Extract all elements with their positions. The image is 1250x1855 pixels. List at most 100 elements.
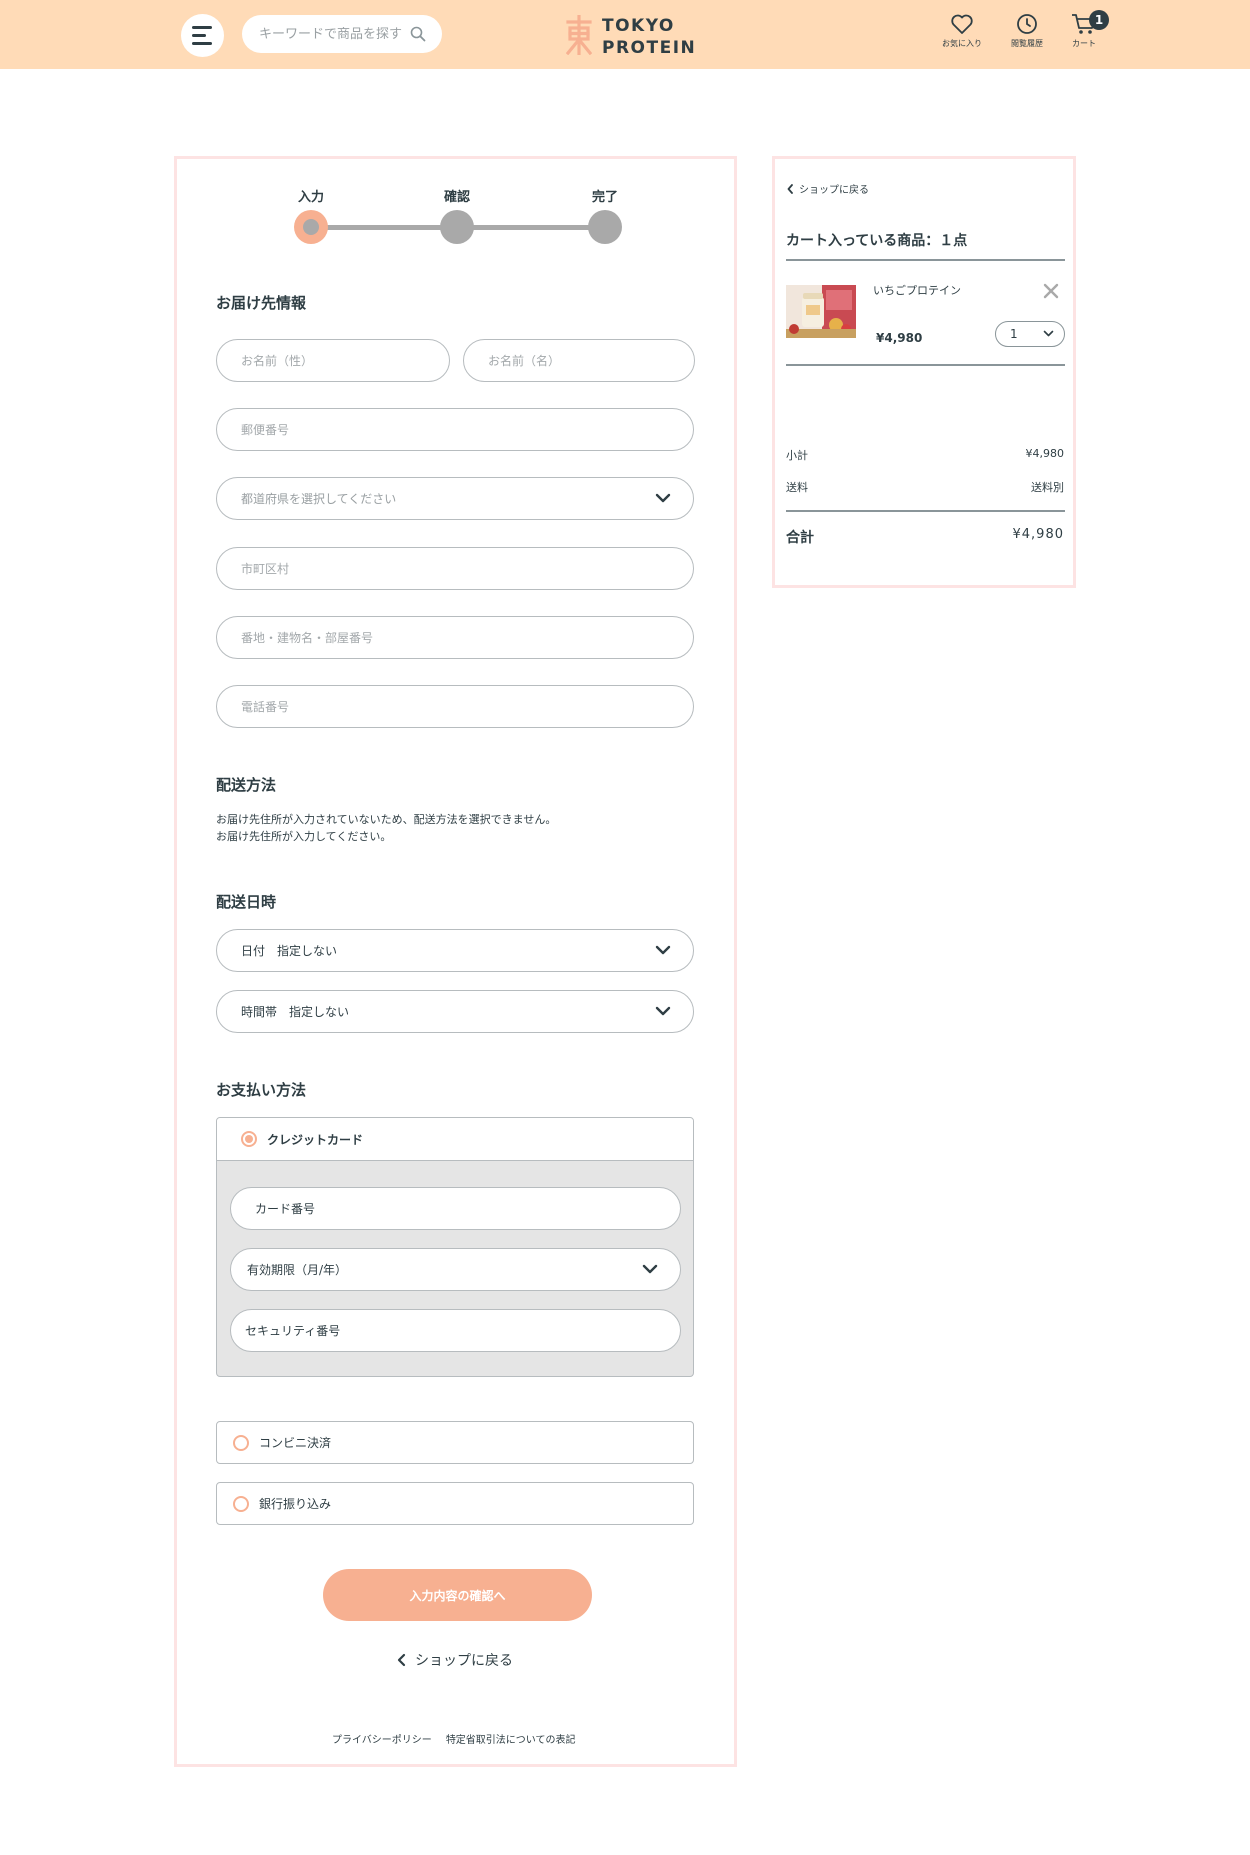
city-field xyxy=(216,547,694,590)
cart-back-label: ショップに戻る xyxy=(799,185,869,196)
subtotal-row: 小計 ¥4,980 xyxy=(786,447,1064,463)
cart-button[interactable]: 1 カート xyxy=(1054,10,1114,49)
quantity-select[interactable]: 1 xyxy=(995,321,1065,347)
back-to-shop-label: ショップに戻る xyxy=(415,1653,513,1669)
credit-card-option: クレジットカード 有効期限（月/年） xyxy=(216,1117,694,1377)
confirm-input-button[interactable]: 入力内容の確認へ xyxy=(323,1569,592,1621)
prefecture-select-value: 都道府県を選択してください xyxy=(241,492,397,506)
delivery-date-value: 日付 指定しない xyxy=(241,944,338,958)
shipping-fee-row: 送料 送料別 xyxy=(786,479,1064,495)
product-thumbnail[interactable] xyxy=(786,285,856,338)
address-field xyxy=(216,616,694,659)
chevron-down-icon xyxy=(655,1006,671,1016)
chevron-left-icon xyxy=(397,1653,406,1667)
convenience-store-option[interactable]: コンビニ決済 xyxy=(216,1421,694,1464)
search-icon[interactable] xyxy=(410,26,426,42)
bank-transfer-option[interactable]: 銀行振り込み xyxy=(216,1482,694,1525)
shipping-section-title: 配送方法 xyxy=(216,776,277,794)
privacy-policy-link[interactable]: プライバシーポリシー xyxy=(332,1731,432,1746)
bank-transfer-label: 銀行振り込み xyxy=(259,1497,332,1511)
step-label-complete: 完了 xyxy=(591,190,618,205)
first-name-field xyxy=(463,339,695,382)
cart-item-name[interactable]: いちごプロテイン xyxy=(873,282,961,298)
cart-summary-panel: ショップに戻る カート入っている商品：１点 いちごプロテイン ¥4,980 1 … xyxy=(772,156,1076,588)
credit-card-label: クレジットカード xyxy=(267,1132,364,1147)
commercial-law-link[interactable]: 特定省取引法についての表記 xyxy=(446,1731,576,1746)
card-expiry-value: 有効期限（月/年） xyxy=(247,1263,348,1277)
chevron-left-icon xyxy=(787,183,793,194)
shipping-fee-label: 送料 xyxy=(786,481,808,494)
cart-divider xyxy=(786,259,1065,261)
chevron-down-icon xyxy=(655,493,671,503)
quantity-value: 1 xyxy=(1010,327,1018,341)
schedule-section-title: 配送日時 xyxy=(216,893,277,911)
prefecture-select[interactable]: 都道府県を選択してください xyxy=(216,477,694,520)
logo-text: TOKYO PROTEIN xyxy=(602,15,696,59)
delivery-section-title: お届け先情報 xyxy=(216,294,307,312)
back-to-shop-link[interactable]: ショップに戻る xyxy=(397,1650,513,1670)
heart-icon xyxy=(951,14,973,34)
step-label-input: 入力 xyxy=(297,190,324,205)
shipping-note-line1: お届け先住所が入力されていないため、配送方法を選択できません。 xyxy=(216,813,557,826)
cart-label: カート xyxy=(1072,39,1096,48)
favorites-button[interactable]: お気に入り xyxy=(932,13,992,49)
card-number-input[interactable] xyxy=(255,1201,680,1216)
hamburger-icon-bar xyxy=(191,26,212,29)
step-dot-input xyxy=(294,210,328,244)
history-label: 閲覧履歴 xyxy=(1011,39,1043,48)
delivery-time-select[interactable]: 時間帯 指定しない xyxy=(216,990,694,1033)
shipping-note: お届け先住所が入力されていないため、配送方法を選択できません。 お届け先住所が入… xyxy=(216,811,556,845)
total-row: 合計 ¥4,980 xyxy=(786,527,1064,547)
radio-unselected-icon[interactable] xyxy=(233,1434,249,1451)
step-dot-confirm xyxy=(440,210,474,244)
cart-title: カート入っている商品：１点 xyxy=(786,233,968,249)
first-name-input[interactable] xyxy=(488,353,694,368)
search-input[interactable] xyxy=(259,26,404,42)
address-input[interactable] xyxy=(241,630,693,645)
phone-input[interactable] xyxy=(241,699,693,714)
logo-line2: PROTEIN xyxy=(602,38,697,58)
shipping-note-line2: お届け先住所が入力してください。 xyxy=(216,830,392,843)
cart-back-to-shop-link[interactable]: ショップに戻る xyxy=(787,181,869,196)
step-label-confirm: 確認 xyxy=(443,190,470,205)
checkout-form-panel: 入力 確認 完了 お届け先情報 都道府県を選択してください 配送方法 お届け先住… xyxy=(174,156,737,1767)
subtotal-value: ¥4,980 xyxy=(1025,447,1065,460)
card-expiry-select[interactable]: 有効期限（月/年） xyxy=(230,1248,681,1291)
delivery-date-select[interactable]: 日付 指定しない xyxy=(216,929,694,972)
city-input[interactable] xyxy=(241,561,693,576)
postal-code-input[interactable] xyxy=(241,422,693,437)
footer-links: プライバシーポリシー 特定省取引法についての表記 xyxy=(332,1731,576,1746)
cart-count-badge: 1 xyxy=(1089,10,1109,30)
phone-field xyxy=(216,685,694,728)
step-dot-complete xyxy=(588,210,622,244)
remove-item-icon[interactable] xyxy=(1042,282,1060,300)
logo-mark-icon xyxy=(566,15,592,55)
cart-divider xyxy=(786,364,1065,366)
chevron-down-icon xyxy=(642,1264,658,1274)
site-header: TOKYO PROTEIN お気に入り 閲覧履歴 1 カート xyxy=(0,0,1250,69)
logo-line1: TOKYO xyxy=(602,16,675,36)
last-name-input[interactable] xyxy=(241,353,449,368)
site-logo[interactable]: TOKYO PROTEIN xyxy=(566,13,695,59)
chevron-down-icon xyxy=(655,945,671,955)
chevron-down-icon xyxy=(1043,330,1054,337)
radio-unselected-icon[interactable] xyxy=(233,1495,249,1512)
delivery-time-value: 時間帯 指定しない xyxy=(241,1005,350,1019)
total-label: 合計 xyxy=(786,530,814,546)
hamburger-icon-bar xyxy=(191,34,206,37)
total-value: ¥4,980 xyxy=(1012,527,1064,542)
payment-section-title: お支払い方法 xyxy=(216,1081,307,1099)
credit-card-radio-row[interactable]: クレジットカード xyxy=(217,1118,693,1161)
shipping-fee-value: 送料別 xyxy=(1031,481,1064,494)
last-name-field xyxy=(216,339,450,382)
convenience-store-label: コンビニ決済 xyxy=(259,1436,332,1450)
favorites-label: お気に入り xyxy=(942,39,982,48)
history-button[interactable]: 閲覧履歴 xyxy=(997,13,1057,49)
search-box xyxy=(242,15,442,53)
menu-button[interactable] xyxy=(181,14,224,57)
hamburger-icon-bar xyxy=(191,42,212,45)
radio-selected-icon[interactable] xyxy=(241,1131,257,1147)
card-number-field xyxy=(230,1187,681,1230)
postal-code-field xyxy=(216,408,694,451)
security-code-input[interactable] xyxy=(245,1323,680,1338)
